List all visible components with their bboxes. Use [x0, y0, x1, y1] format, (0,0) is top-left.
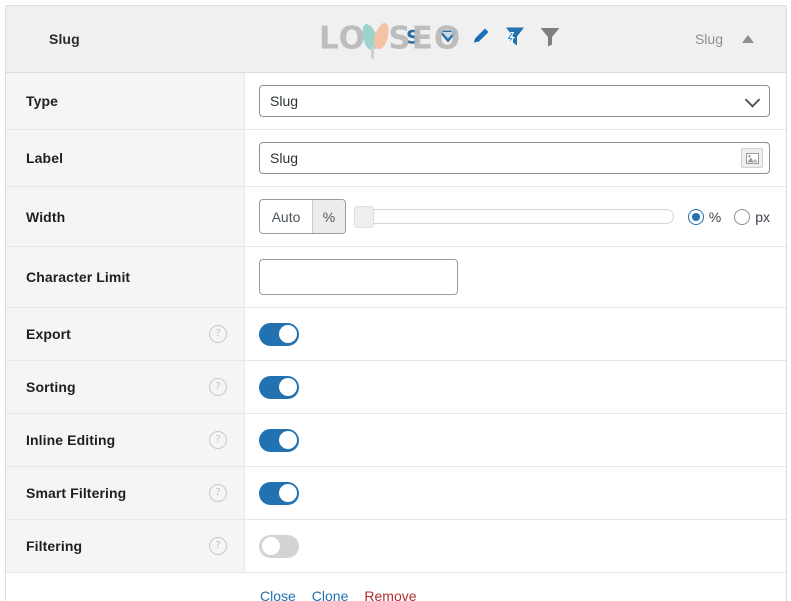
- sorting-toggle[interactable]: [259, 375, 299, 399]
- inline-editing-toggle[interactable]: [259, 428, 299, 452]
- row-filtering: Filtering ?: [6, 520, 786, 573]
- help-icon[interactable]: ?: [209, 431, 227, 449]
- row-filtering-field-cell: [245, 520, 786, 572]
- row-character-limit-label-cell: Character Limit: [6, 247, 245, 307]
- panel-title: Slug: [49, 31, 80, 47]
- toggle-knob: [278, 378, 297, 396]
- export-toggle[interactable]: [259, 322, 299, 346]
- column-settings-panel: Slug S LOYSEO Slug Type Slug Label Slug …: [5, 5, 787, 601]
- header-icon-area: S LOYSEO: [245, 6, 695, 72]
- row-width-label-cell: Width: [6, 187, 245, 246]
- type-select-wrap: [259, 85, 770, 117]
- filter-triangle-icon: [437, 26, 459, 53]
- row-export-label-cell: Export ?: [6, 308, 245, 360]
- watermark-leaf-right-icon: [371, 21, 392, 51]
- row-label: Label: [6, 130, 786, 187]
- smart-filtering-icon: [503, 25, 527, 54]
- row-label: Filtering: [26, 538, 83, 554]
- toggle-knob: [278, 484, 297, 502]
- panel-header[interactable]: Slug S LOYSEO Slug: [6, 6, 786, 73]
- toggle-knob: [278, 431, 297, 449]
- panel-actions-row: Close Clone Remove: [6, 573, 786, 601]
- row-label: Inline Editing: [26, 432, 116, 448]
- image-picker-icon[interactable]: [741, 148, 763, 168]
- row-inline-editing-field-cell: [245, 414, 786, 466]
- filtering-funnel-icon: [538, 25, 562, 54]
- svg-text:S: S: [406, 27, 420, 48]
- width-unit-radios: % px: [687, 208, 770, 225]
- row-width-field-cell: % % px: [245, 187, 786, 246]
- row-width: Width % % px: [6, 187, 786, 247]
- row-type-label-cell: Type: [6, 73, 245, 129]
- help-icon[interactable]: ?: [209, 537, 227, 555]
- row-label-label-cell: Label: [6, 130, 245, 186]
- toggle-knob: [261, 537, 280, 555]
- row-smart-filtering-field-cell: [245, 467, 786, 519]
- width-slider[interactable]: [354, 205, 674, 228]
- row-smart-filtering-label-cell: Smart Filtering ?: [6, 467, 245, 519]
- row-type-field-cell: [245, 73, 786, 129]
- filtering-toggle[interactable]: [259, 534, 299, 558]
- row-character-limit-field-cell: [245, 247, 786, 307]
- caret-up-icon[interactable]: [742, 35, 754, 43]
- inline-edit-pencil-icon: [470, 26, 492, 53]
- row-type: Type: [6, 73, 786, 130]
- type-select[interactable]: [259, 85, 770, 117]
- width-slider-handle[interactable]: [354, 205, 374, 228]
- help-icon[interactable]: ?: [209, 484, 227, 502]
- watermark-leaf-left-icon: [359, 22, 380, 52]
- label-input[interactable]: [259, 142, 770, 174]
- row-sorting-field-cell: [245, 361, 786, 413]
- toggle-knob: [278, 325, 297, 343]
- row-export-field-cell: [245, 308, 786, 360]
- row-label: Width: [26, 208, 66, 225]
- header-right-group[interactable]: Slug: [695, 31, 786, 47]
- row-inline-editing: Inline Editing ?: [6, 414, 786, 467]
- screenshot-root: Slug S LOYSEO Slug Type Slug Label Slug …: [0, 0, 791, 601]
- row-smart-filtering: Smart Filtering ?: [6, 467, 786, 520]
- label-input-wrap: [259, 142, 770, 174]
- smart-filtering-toggle[interactable]: [259, 481, 299, 505]
- character-limit-input[interactable]: [259, 259, 458, 295]
- row-label: Smart Filtering: [26, 485, 127, 501]
- sorting-icon: S: [406, 26, 426, 53]
- row-label: Sorting: [26, 379, 76, 395]
- radio-px-icon[interactable]: [734, 208, 751, 225]
- header-icon-cluster: S: [406, 25, 562, 54]
- header-right-label: Slug: [694, 31, 723, 47]
- row-inline-editing-label-cell: Inline Editing ?: [6, 414, 245, 466]
- row-sorting-label-cell: Sorting ?: [6, 361, 245, 413]
- radio-px-label: px: [755, 208, 770, 225]
- help-icon[interactable]: ?: [209, 325, 227, 343]
- width-slider-track[interactable]: [354, 209, 674, 224]
- row-label: Type: [26, 93, 59, 109]
- width-unit-percent[interactable]: %: [687, 208, 722, 225]
- width-unit-addon: %: [312, 200, 345, 233]
- row-label: Character Limit: [26, 269, 131, 285]
- watermark-stem-icon: [371, 46, 374, 59]
- actions-cell: Close Clone Remove: [246, 573, 786, 601]
- remove-button[interactable]: Remove: [364, 588, 416, 601]
- row-filtering-label-cell: Filtering ?: [6, 520, 245, 572]
- close-button[interactable]: Close: [260, 588, 296, 601]
- radio-percent-label: %: [708, 208, 722, 225]
- width-value-group: %: [259, 199, 346, 234]
- row-sorting: Sorting ?: [6, 361, 786, 414]
- row-label: Export: [26, 326, 71, 342]
- row-label-field-cell: [245, 130, 786, 186]
- width-unit-px[interactable]: px: [734, 208, 770, 225]
- help-icon[interactable]: ?: [209, 378, 227, 396]
- row-character-limit: Character Limit: [6, 247, 786, 308]
- row-export: Export ?: [6, 308, 786, 361]
- clone-button[interactable]: Clone: [312, 588, 349, 601]
- radio-percent-icon[interactable]: [687, 208, 704, 225]
- row-label: Label: [26, 150, 64, 166]
- width-input[interactable]: [260, 200, 312, 233]
